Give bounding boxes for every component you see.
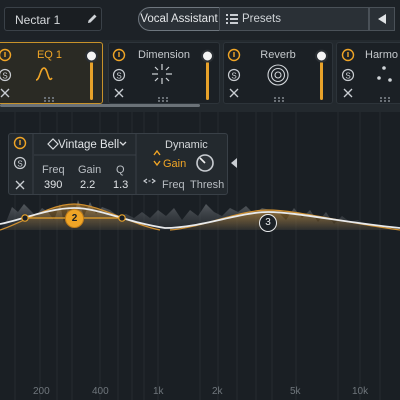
eq-node-2[interactable]: 2 (65, 209, 84, 228)
grip-icon (380, 97, 390, 102)
freq-label: 10k (352, 386, 369, 397)
close-icon[interactable] (229, 88, 239, 98)
dynamic-label: Dynamic (165, 139, 208, 151)
gain-value[interactable]: 2.2 (80, 179, 95, 191)
list-icon (226, 14, 238, 24)
threshold-knob[interactable] (196, 154, 214, 172)
dimension-icon (152, 64, 172, 84)
svg-text:S: S (116, 72, 121, 81)
freq-label: 1k (153, 386, 164, 397)
filter-shape-dropdown[interactable]: Vintage Bell (34, 137, 134, 155)
preset-name-label: Nectar 1 (15, 13, 61, 27)
solo-icon[interactable]: S (112, 68, 126, 82)
freq-label: 5k (290, 386, 301, 397)
up-down-arrows-icon (153, 149, 161, 167)
filter-shape-label: Vintage Bell (58, 139, 120, 151)
eq1-fader[interactable] (85, 49, 98, 101)
dynamic-gain-toggle[interactable]: Gain (163, 158, 186, 170)
q-value[interactable]: 1.3 (113, 179, 128, 191)
pencil-icon[interactable] (85, 12, 99, 26)
dimension-fader[interactable] (201, 49, 214, 101)
freq-label: 2k (212, 386, 223, 397)
close-icon[interactable] (15, 180, 25, 190)
grip-icon (158, 97, 168, 102)
vocal-assistant-button[interactable]: Vocal Assistant (138, 7, 220, 31)
solo-icon[interactable]: S (13, 156, 27, 170)
svg-text:S: S (231, 72, 236, 81)
module-strip-controls: S S S S (0, 48, 392, 102)
svg-text:S: S (17, 160, 22, 169)
grip-icon (44, 97, 54, 102)
svg-text:S: S (2, 72, 7, 81)
collapse-button[interactable] (369, 7, 395, 31)
q-param-label: Q (116, 164, 125, 176)
freq-label: 200 (33, 386, 50, 397)
harmony-icon (377, 66, 392, 82)
module-scrollbar[interactable] (0, 104, 200, 107)
close-icon[interactable] (0, 88, 10, 98)
presets-button[interactable]: Presets (219, 7, 369, 31)
freq-label: 400 (92, 386, 109, 397)
reverb-fader[interactable] (315, 49, 328, 101)
reverb-icon (267, 64, 289, 86)
freq-param-label: Freq (42, 164, 65, 176)
close-icon[interactable] (343, 88, 353, 98)
q-handle-left (21, 214, 29, 222)
close-icon[interactable] (114, 88, 124, 98)
power-icon[interactable] (227, 48, 241, 62)
power-icon[interactable] (341, 48, 355, 62)
power-icon[interactable] (112, 48, 126, 62)
triangle-left-icon[interactable] (230, 158, 238, 168)
preset-name-field[interactable]: Nectar 1 (4, 7, 102, 31)
solo-icon[interactable]: S (341, 68, 355, 82)
q-handle-right (118, 214, 126, 222)
solo-icon[interactable]: S (0, 68, 12, 82)
svg-text:S: S (345, 72, 350, 81)
gain-param-label: Gain (78, 164, 102, 176)
dynamic-freq-toggle[interactable]: Freq (162, 179, 185, 191)
freq-value[interactable]: 390 (44, 179, 62, 191)
threshold-label: Thresh (190, 179, 225, 191)
eq-curve-icon (35, 67, 53, 81)
eq-node-3[interactable]: 3 (259, 214, 277, 232)
grip-icon (274, 97, 284, 102)
power-icon[interactable] (0, 48, 12, 62)
power-icon[interactable] (13, 136, 27, 150)
solo-icon[interactable]: S (227, 68, 241, 82)
triangle-left-icon (378, 14, 386, 24)
presets-label: Presets (242, 13, 281, 25)
